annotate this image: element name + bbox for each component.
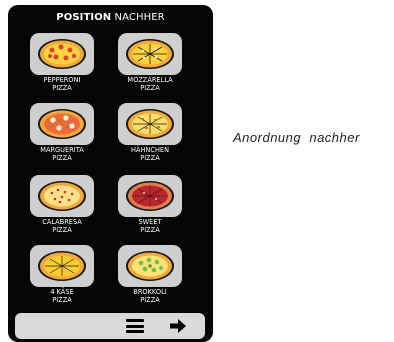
pizza-type: PIZZA	[52, 295, 72, 304]
pizza-label: MOZZARELLA PIZZA	[116, 76, 184, 92]
brokkoli-pizza-icon	[126, 251, 174, 281]
pizza-type: PIZZA	[140, 295, 160, 304]
pizza-item-haehnchen[interactable]: HÄHNCHEN PIZZA	[116, 103, 184, 162]
pizza-tile[interactable]	[30, 245, 94, 287]
title-nachher: NACHHER	[114, 12, 165, 23]
pizza-item-marguerita[interactable]: MARGUERITA PIZZA	[28, 103, 96, 162]
pepperoni-pizza-icon	[38, 39, 86, 69]
pizza-label: SWEET PIZZA	[116, 218, 184, 234]
pizza-type: PIZZA	[52, 83, 72, 92]
pizza-item-sweet[interactable]: SWEET PIZZA	[116, 175, 184, 234]
pizza-tile[interactable]	[118, 33, 182, 75]
pizza-label: 4 KÄSE PIZZA	[28, 288, 96, 304]
screen-title: POSITION NACHHER	[8, 12, 213, 23]
pizza-item-calabresa[interactable]: CALABRESA PIZZA	[28, 175, 96, 234]
pizza-label: HÄHNCHEN PIZZA	[116, 146, 184, 162]
pizza-tile[interactable]	[30, 33, 94, 75]
4-kaese-pizza-icon	[38, 251, 86, 281]
pizza-item-4-kaese[interactable]: 4 KÄSE PIZZA	[28, 245, 96, 304]
pizza-label: MARGUERITA PIZZA	[28, 146, 96, 162]
haehnchen-pizza-icon	[126, 109, 174, 139]
pizza-item-brokkoli[interactable]: BROKKOLI PIZZA	[116, 245, 184, 304]
arrow-right-icon[interactable]	[169, 318, 187, 334]
pizza-item-mozzarella[interactable]: MOZZARELLA PIZZA	[116, 33, 184, 92]
pizza-tile[interactable]	[30, 103, 94, 145]
bottom-toolbar	[15, 313, 205, 339]
pizza-label: CALABRESA PIZZA	[28, 218, 96, 234]
caption: Anordnung nachher	[233, 130, 360, 145]
pizza-tile[interactable]	[118, 103, 182, 145]
pizza-tile[interactable]	[30, 175, 94, 217]
pizza-type: PIZZA	[140, 83, 160, 92]
pizza-type: PIZZA	[52, 153, 72, 162]
pizza-label: BROKKOLI PIZZA	[116, 288, 184, 304]
pizza-type: PIZZA	[52, 225, 72, 234]
title-position: POSITION	[56, 12, 112, 23]
sweet-pizza-icon	[126, 181, 174, 211]
pizza-item-pepperoni[interactable]: PEPPERONI PIZZA	[28, 33, 96, 92]
calabresa-pizza-icon	[38, 181, 86, 211]
mozzarella-pizza-icon	[126, 39, 174, 69]
pizza-tile[interactable]	[118, 175, 182, 217]
pizza-type: PIZZA	[140, 225, 160, 234]
pizza-tile[interactable]	[118, 245, 182, 287]
pizza-type: PIZZA	[140, 153, 160, 162]
menu-icon[interactable]	[126, 319, 144, 333]
marguerita-pizza-icon	[38, 109, 86, 139]
pizza-label: PEPPERONI PIZZA	[28, 76, 96, 92]
pizza-selection-screen: POSITION NACHHER PEPPERONI PIZZA MOZZARE…	[8, 5, 213, 342]
